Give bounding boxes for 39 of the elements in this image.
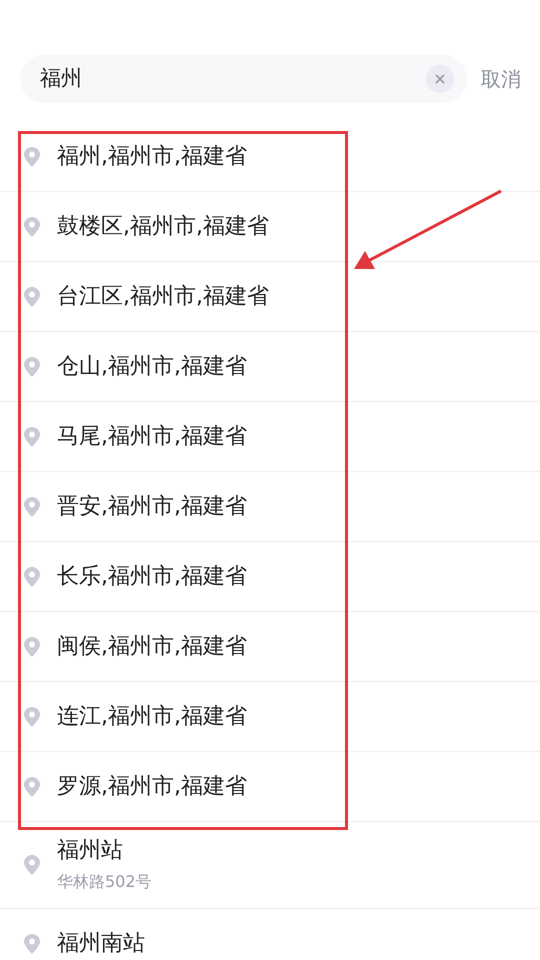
place-name: 台江区,福州市,福建省 xyxy=(57,282,269,310)
place-name: 连江,福州市,福建省 xyxy=(57,702,247,730)
place-name: 仓山,福州市,福建省 xyxy=(57,352,247,380)
place-name: 闽侯,福州市,福建省 xyxy=(57,632,247,660)
result-item[interactable]: 连江,福州市,福建省 xyxy=(0,682,540,752)
result-item[interactable]: 马尾,福州市,福建省 xyxy=(0,402,540,472)
location-pin-icon xyxy=(23,286,41,308)
place-name: 晋安,福州市,福建省 xyxy=(57,492,247,520)
location-pin-icon xyxy=(23,636,41,658)
search-input: 福州 xyxy=(40,63,426,95)
location-pin-icon xyxy=(23,566,41,588)
result-item[interactable]: 晋安,福州市,福建省 xyxy=(0,472,540,542)
location-pin-icon xyxy=(23,146,41,168)
result-item[interactable]: 罗源,福州市,福建省 xyxy=(0,752,540,822)
place-name: 福州,福州市,福建省 xyxy=(57,142,247,170)
clear-button[interactable] xyxy=(426,65,454,93)
location-pin-icon xyxy=(23,216,41,238)
location-pin-icon xyxy=(23,496,41,518)
place-name: 罗源,福州市,福建省 xyxy=(57,772,247,800)
place-name: 鼓楼区,福州市,福建省 xyxy=(57,212,269,240)
result-item[interactable]: 福州站 华林路502号 xyxy=(0,822,540,909)
location-pin-icon xyxy=(23,854,41,876)
place-name: 长乐,福州市,福建省 xyxy=(57,562,247,590)
place-address: 华林路502号 xyxy=(57,871,152,893)
place-name: 福州南站 xyxy=(57,930,145,958)
place-name: 福州站 xyxy=(57,837,124,865)
location-pin-icon xyxy=(23,776,41,798)
result-item[interactable]: 长乐,福州市,福建省 xyxy=(0,542,540,612)
result-item[interactable]: 福州南站 xyxy=(0,909,540,960)
location-pin-icon xyxy=(23,706,41,728)
search-field[interactable]: 福州 xyxy=(20,55,467,103)
result-item[interactable]: 闽侯,福州市,福建省 xyxy=(0,612,540,682)
location-pin-icon xyxy=(23,932,41,954)
result-item[interactable]: 福州,福州市,福建省 xyxy=(0,122,540,192)
location-pin-icon xyxy=(23,426,41,448)
location-pin-icon xyxy=(23,356,41,378)
result-item[interactable]: 仓山,福州市,福建省 xyxy=(0,332,540,402)
place-name: 马尾,福州市,福建省 xyxy=(57,422,247,450)
close-icon xyxy=(434,73,446,85)
